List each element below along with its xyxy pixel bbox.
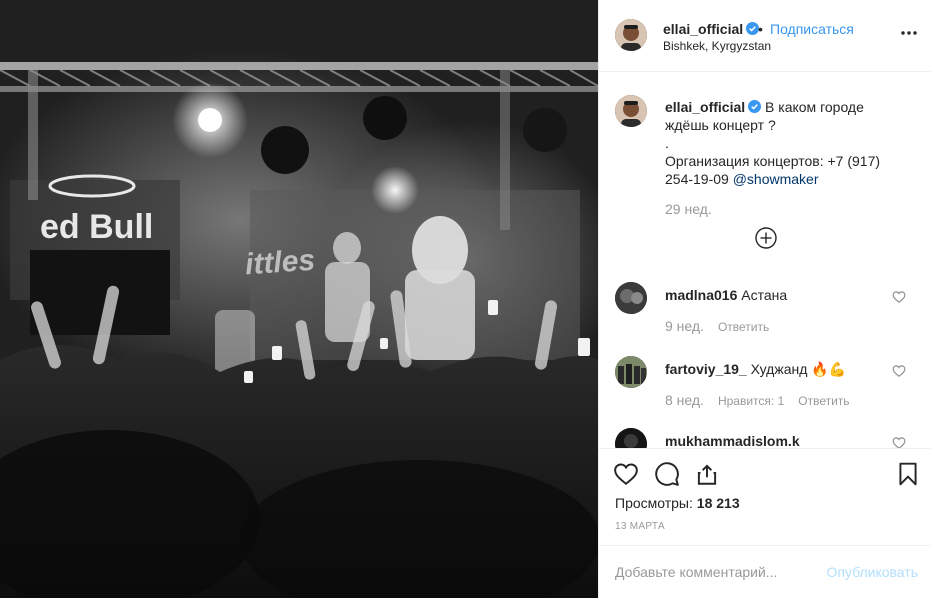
more-options-icon[interactable] (900, 24, 918, 42)
concert-photo: ed Bull ittles (0, 0, 598, 598)
post-header: ellai_official • Подписаться Bishkek, Ky… (599, 0, 931, 72)
heart-icon[interactable] (892, 290, 906, 304)
comment-body: Астана (741, 287, 788, 303)
post-date[interactable]: 13 МАРТА (615, 521, 665, 532)
caption-line: . (665, 135, 669, 151)
separator-dot: • (758, 21, 763, 37)
commenter-username[interactable]: fartoviy_19_ (665, 361, 747, 377)
post-dialog: ed Bull ittles ellai_official • Подписат… (0, 0, 931, 598)
comment-meta: 9 нед. Ответить (665, 318, 783, 334)
mention-link[interactable]: @showmaker (733, 171, 819, 187)
comment-item: fartoviy_19_ Худжанд 🔥💪 8 нед. Нравится: … (599, 356, 931, 426)
caption-line: ждёшь концерт ? (665, 117, 776, 133)
views-value: 18 213 (696, 495, 740, 511)
caption-author-avatar[interactable] (615, 95, 647, 127)
comment-text: mukhammadislom.k (665, 432, 800, 448)
views-label: Просмотры: (615, 495, 693, 511)
post-details-panel: ellai_official • Подписаться Bishkek, Ky… (598, 0, 931, 598)
heart-icon[interactable] (613, 461, 639, 487)
share-icon[interactable] (694, 461, 720, 487)
commenter-username[interactable]: madlna016 (665, 287, 737, 303)
author-avatar[interactable] (615, 19, 647, 51)
comment-text: fartoviy_19_ Худжанд 🔥💪 (665, 360, 846, 378)
comment-item: madlna016 Астана 9 нед. Ответить (599, 282, 931, 352)
follow-button[interactable]: Подписаться (770, 21, 854, 37)
views-count[interactable]: Просмотры: 18 213 (615, 495, 740, 511)
comment-timestamp[interactable]: 9 нед. (665, 318, 704, 334)
bookmark-icon[interactable] (895, 461, 921, 487)
load-more-icon[interactable] (754, 226, 778, 250)
brand-sign: ed Bull (40, 208, 153, 246)
reply-button[interactable]: Ответить (718, 320, 769, 334)
caption-username[interactable]: ellai_official (665, 99, 745, 115)
post-location[interactable]: Bishkek, Kyrgyzstan (663, 39, 771, 53)
comment-item: mukhammadislom.k (599, 428, 931, 448)
comment-icon[interactable] (654, 461, 680, 487)
heart-icon[interactable] (892, 436, 906, 448)
caption-timestamp[interactable]: 29 нед. (665, 201, 712, 217)
commenter-username[interactable]: mukhammadislom.k (665, 433, 800, 448)
post-caption: ellai_official В каком городе ждёшь конц… (665, 98, 905, 188)
comment-likes-count[interactable]: Нравится: 1 (718, 394, 784, 408)
caption-line: В каком городе (765, 99, 864, 115)
comment-meta: 8 нед. Нравится: 1 Ответить (665, 392, 864, 408)
author-username[interactable]: ellai_official (663, 21, 760, 37)
reply-button[interactable]: Ответить (798, 394, 849, 408)
caption-line: 254-19-09 (665, 171, 733, 187)
caption-line: Организация концертов: +7 (917) (665, 153, 881, 169)
verified-badge-icon (748, 100, 762, 113)
comment-body: Худжанд 🔥💪 (750, 361, 847, 377)
commenter-avatar[interactable] (615, 428, 647, 448)
commenter-avatar[interactable] (615, 282, 647, 314)
post-actions: Просмотры: 18 213 13 МАРТА (599, 448, 931, 545)
comment-timestamp[interactable]: 8 нед. (665, 392, 704, 408)
add-comment-bar: Опубликовать (599, 545, 931, 598)
comment-text: madlna016 Астана (665, 286, 787, 304)
banner-sign: ittles (244, 244, 316, 282)
post-media[interactable]: ed Bull ittles (0, 0, 598, 598)
commenter-avatar[interactable] (615, 356, 647, 388)
comment-input[interactable] (615, 564, 815, 580)
comments-list[interactable]: ellai_official В каком городе ждёшь конц… (599, 73, 931, 448)
heart-icon[interactable] (892, 364, 906, 378)
post-comment-button[interactable]: Опубликовать (826, 564, 918, 580)
